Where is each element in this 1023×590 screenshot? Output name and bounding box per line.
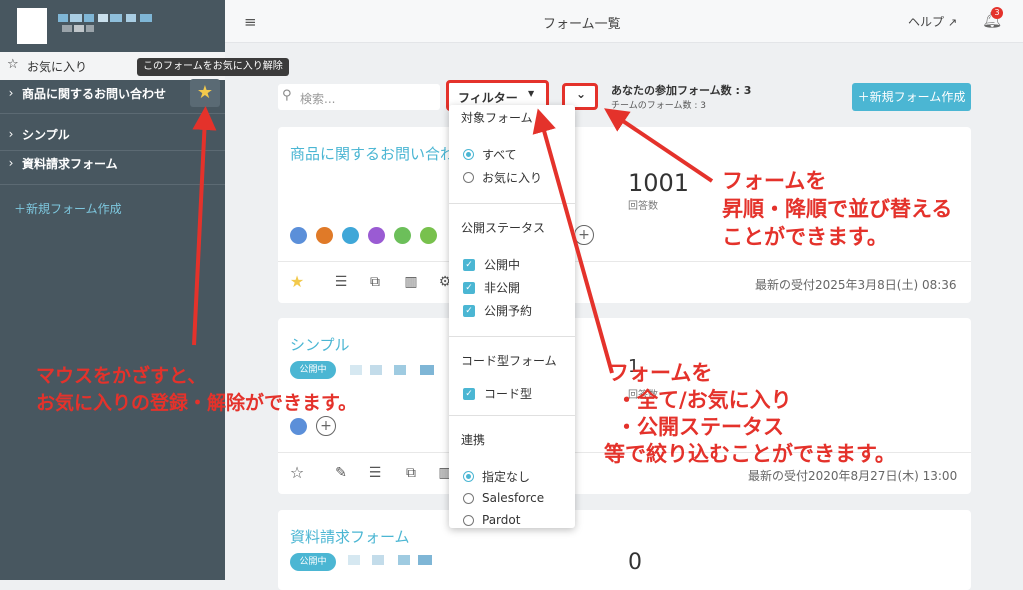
annotation-arrows bbox=[192, 106, 714, 374]
hover-annotation: マウスをかざすと、 お気に入りの登録・解除ができます。 bbox=[36, 363, 357, 417]
annotation-line: 昇順・降順で並び替える bbox=[722, 197, 953, 221]
arrow-to-sort-toggle bbox=[604, 108, 714, 183]
annotation-line: ことができます。 bbox=[722, 225, 888, 249]
annotation-line: フォームを bbox=[608, 361, 713, 385]
annotation-line: 等で絞り込むことができます。 bbox=[604, 442, 896, 466]
arrow-to-filter-button bbox=[532, 108, 614, 374]
annotation-line: マウスをかざすと、 bbox=[36, 365, 207, 387]
annotation-line: フォームを bbox=[722, 169, 827, 193]
annotation-line: ・全て/お気に入り bbox=[616, 388, 792, 412]
annotation-line: ・公開ステータス bbox=[616, 415, 784, 439]
arrow-to-favorite-star bbox=[192, 106, 217, 346]
sort-annotation: フォームを 昇順・降順で並び替える ことができます。 bbox=[722, 167, 952, 251]
filter-annotation: フォームを ・全て/お気に入り ・公開ステータス 等で絞り込むことができます。 bbox=[604, 360, 896, 468]
annotation-line: お気に入りの登録・解除ができます。 bbox=[36, 392, 358, 414]
